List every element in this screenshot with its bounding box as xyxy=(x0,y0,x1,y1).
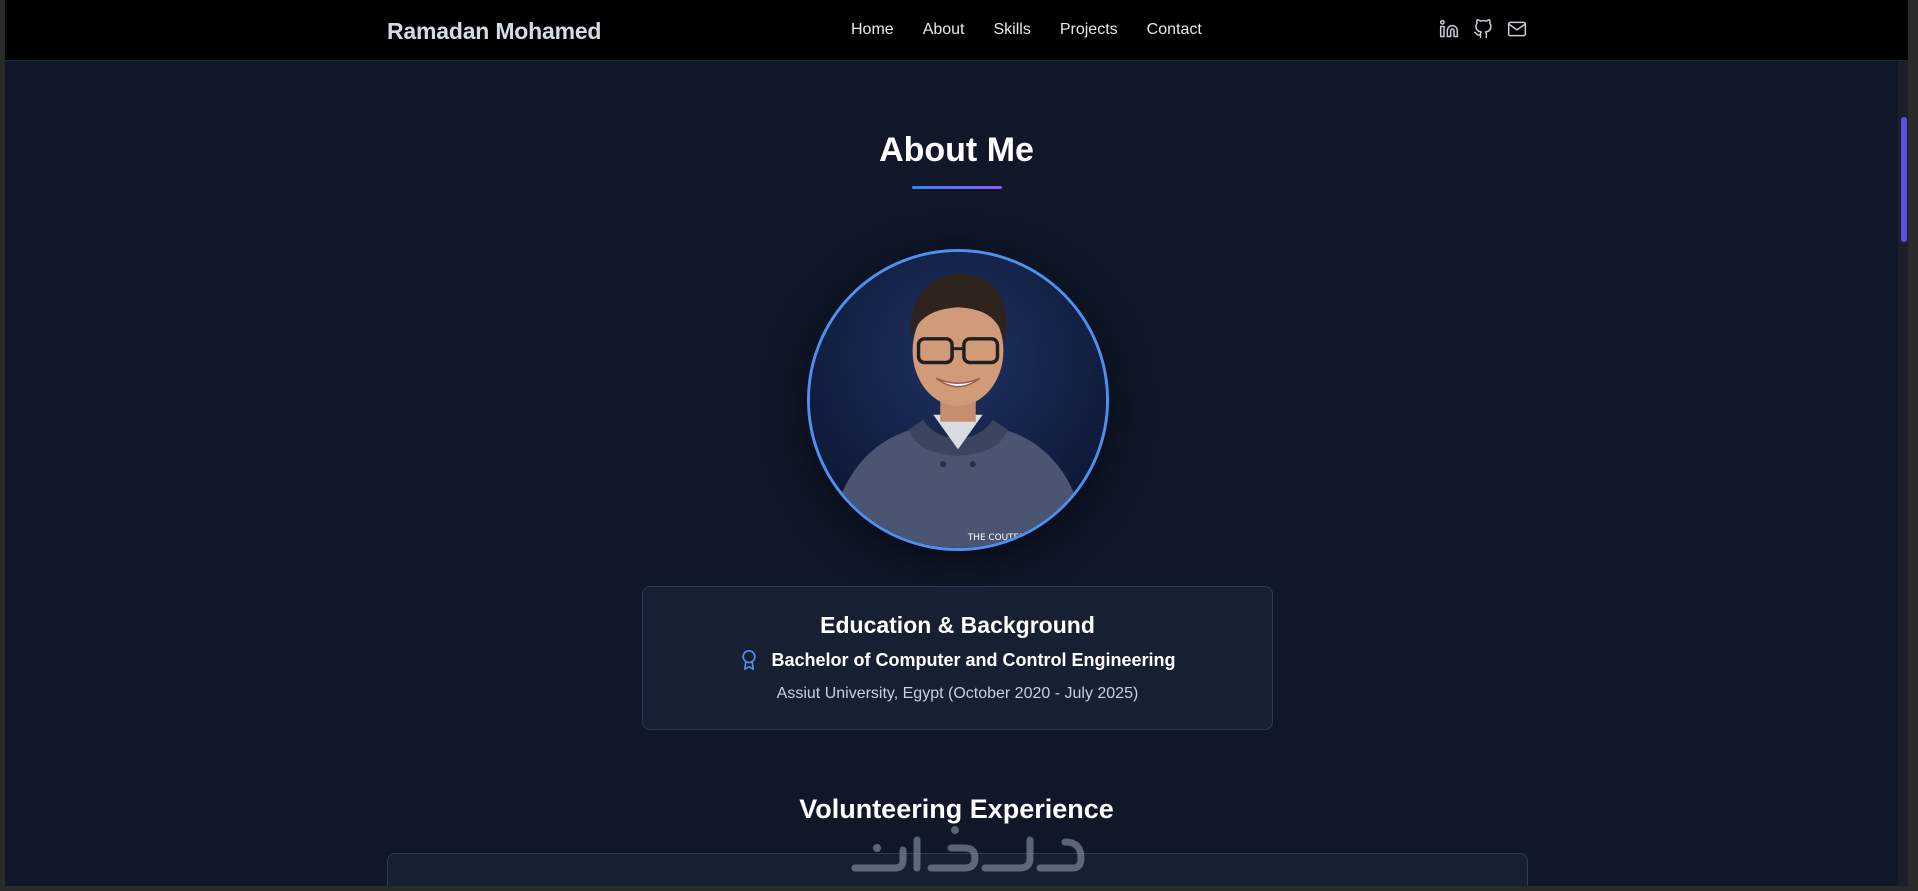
nav-link-contact[interactable]: Contact xyxy=(1147,21,1202,39)
nav-link-skills[interactable]: Skills xyxy=(994,21,1031,39)
title-underline xyxy=(912,186,1002,189)
nav-links: Home About Skills Projects Contact xyxy=(851,21,1202,39)
scrollbar-thumb[interactable] xyxy=(1901,117,1907,242)
education-title: Education & Background xyxy=(820,612,1095,638)
institution-dates: Assiut University, Egypt (October 2020 -… xyxy=(776,685,1139,702)
page: Ramadan Mohamed Home About Skills Projec… xyxy=(5,0,1908,886)
svg-text:THE COUTER: THE COUTER xyxy=(967,533,1025,543)
avatar-illustration: THE COUTER xyxy=(810,252,1106,548)
degree-row: Bachelor of Computer and Control Enginee… xyxy=(643,649,1272,671)
brand-logo[interactable]: Ramadan Mohamed xyxy=(387,18,601,45)
watermark-logo xyxy=(845,820,1085,880)
mail-icon[interactable] xyxy=(1507,19,1527,39)
nav-link-projects[interactable]: Projects xyxy=(1060,21,1118,39)
github-icon[interactable] xyxy=(1473,19,1493,39)
degree-name: Bachelor of Computer and Control Enginee… xyxy=(771,649,1176,670)
social-icons xyxy=(1439,19,1527,39)
nav-link-about[interactable]: About xyxy=(923,21,965,39)
navbar: Ramadan Mohamed Home About Skills Projec… xyxy=(5,0,1908,61)
scrollbar-track[interactable] xyxy=(1898,61,1908,886)
award-icon xyxy=(739,649,759,671)
linkedin-icon[interactable] xyxy=(1439,19,1459,39)
profile-avatar: THE COUTER xyxy=(807,249,1109,551)
nav-link-home[interactable]: Home xyxy=(851,21,894,39)
education-card: Education & Background Bachelor of Compu… xyxy=(642,586,1273,730)
section-title-about: About Me xyxy=(879,131,1034,169)
